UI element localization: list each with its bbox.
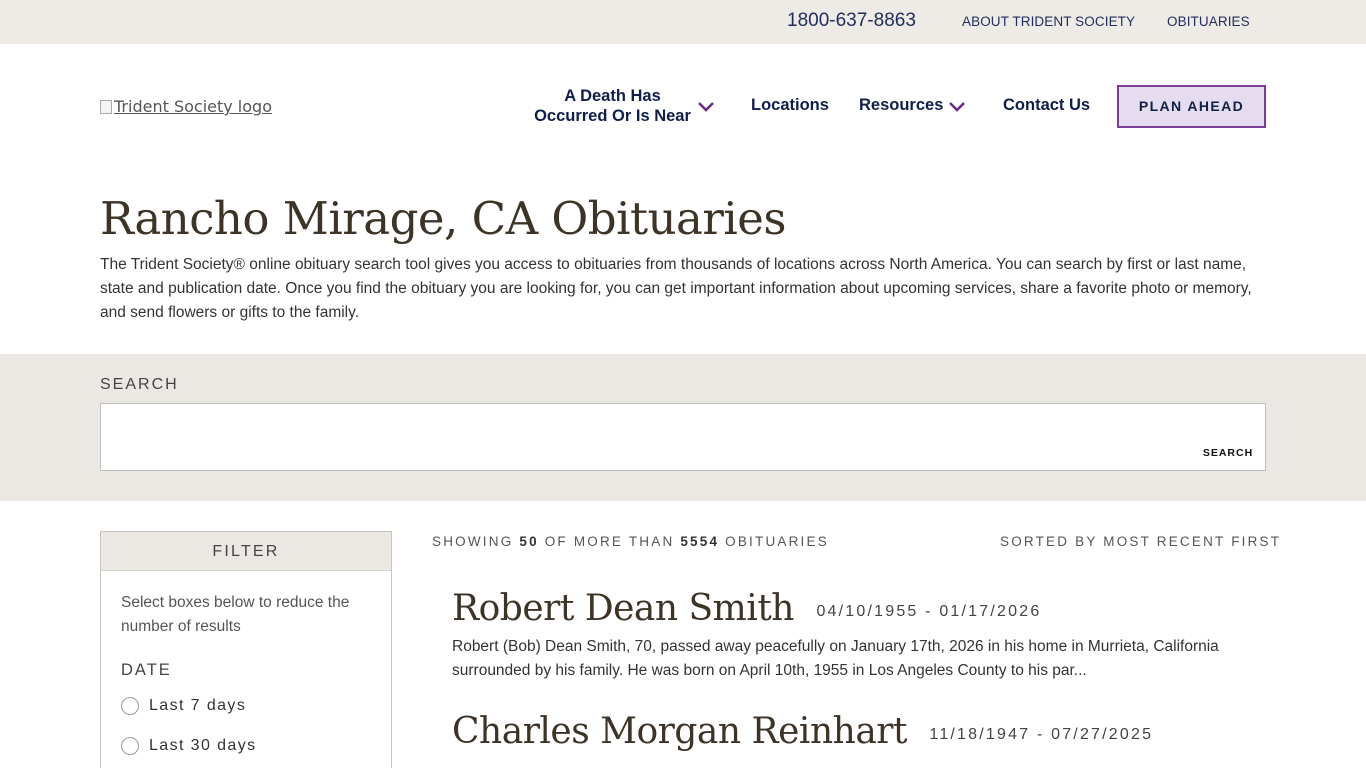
- chevron-down-icon[interactable]: [697, 101, 715, 113]
- sort-order-label: SORTED BY MOST RECENT FIRST: [1000, 534, 1282, 549]
- search-button[interactable]: SEARCH: [1196, 444, 1260, 462]
- intro-paragraph: The Trident Society® online obituary sea…: [100, 256, 1252, 321]
- showing-suffix: OBITUARIES: [725, 534, 829, 549]
- chevron-down-icon[interactable]: [948, 101, 966, 113]
- phone-link[interactable]: 1800-637-8863: [787, 10, 916, 32]
- top-utility-bar: 1800-637-8863 ABOUT TRIDENT SOCIETY OBIT…: [0, 0, 1366, 44]
- showing-prefix: SHOWING: [432, 534, 514, 549]
- results-count: SHOWING 50 OF MORE THAN 5554 OBITUARIES: [432, 534, 829, 549]
- nav-death-occurred[interactable]: A Death Has Occurred Or Is Near: [530, 86, 695, 126]
- obituary-dates: 11/18/1947 - 07/27/2025: [929, 726, 1154, 743]
- showing-count: 50: [519, 534, 539, 549]
- about-trident-link[interactable]: ABOUT TRIDENT SOCIETY: [962, 14, 1135, 29]
- total-count: 5554: [680, 534, 720, 549]
- obituary-entry: Charles Morgan Reinhart 11/18/1947 - 07/…: [452, 711, 1262, 758]
- date-option-label: Last 30 days: [149, 737, 257, 754]
- obituary-entry: Robert Dean Smith 04/10/1955 - 01/17/202…: [452, 588, 1262, 683]
- nav-resources[interactable]: Resources: [859, 96, 943, 115]
- nav-death-line1: A Death Has: [564, 87, 661, 105]
- filter-heading: FILTER: [101, 532, 391, 571]
- page-title: Rancho Mirage, CA Obituaries: [100, 192, 787, 245]
- logo-alt-text: Trident Society logo: [114, 97, 272, 116]
- filter-hint: Select boxes below to reduce the number …: [121, 594, 350, 635]
- broken-image-icon: [100, 100, 112, 114]
- showing-middle: OF MORE THAN: [544, 534, 675, 549]
- date-option-last-7-days[interactable]: Last 7 days: [121, 696, 246, 716]
- obituary-excerpt: Robert (Bob) Dean Smith, 70, passed away…: [452, 638, 1219, 679]
- date-option-last-30-days[interactable]: Last 30 days: [121, 736, 257, 756]
- radio-button-icon[interactable]: [121, 697, 139, 715]
- search-input[interactable]: [100, 403, 1266, 471]
- obituary-name-link[interactable]: Charles Morgan Reinhart: [452, 711, 907, 752]
- date-filter-label: DATE: [121, 661, 172, 679]
- nav-contact-us[interactable]: Contact Us: [1003, 96, 1090, 115]
- plan-ahead-button[interactable]: PLAN AHEAD: [1117, 85, 1266, 128]
- radio-button-icon[interactable]: [121, 737, 139, 755]
- nav-death-line2: Occurred Or Is Near: [534, 107, 691, 125]
- nav-locations[interactable]: Locations: [751, 96, 829, 115]
- obituary-dates: 04/10/1955 - 01/17/2026: [816, 603, 1042, 620]
- site-logo[interactable]: Trident Society logo: [100, 97, 272, 116]
- search-label: SEARCH: [100, 376, 179, 393]
- obituary-name-link[interactable]: Robert Dean Smith: [452, 588, 794, 629]
- obituaries-link[interactable]: OBITUARIES: [1167, 14, 1250, 29]
- filter-panel: FILTER Select boxes below to reduce the …: [100, 531, 392, 768]
- date-option-label: Last 7 days: [149, 697, 247, 714]
